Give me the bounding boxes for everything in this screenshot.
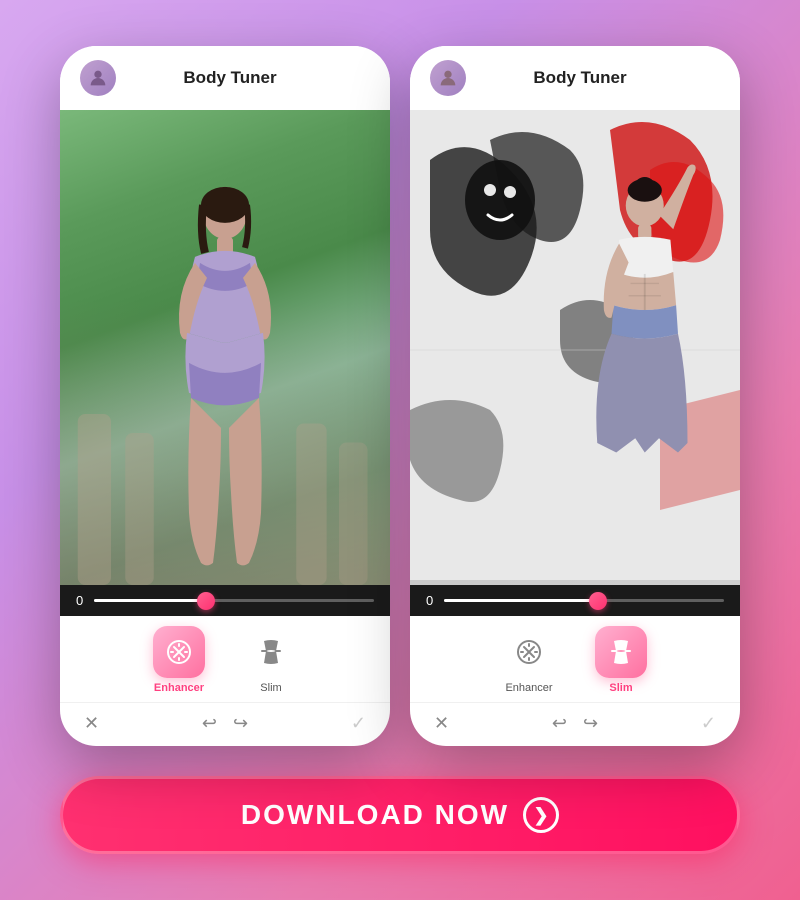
enhancer-label-right: Enhancer (505, 682, 552, 694)
bottom-icons-group-left: ↩ ↪ (202, 713, 248, 734)
phone-title-right: Body Tuner (476, 68, 684, 88)
arrow-symbol: ❯ (534, 805, 549, 826)
slider-value-left: 0 (76, 593, 84, 608)
tools-area-left: Enhancer Slim (60, 616, 390, 702)
close-icon-right[interactable]: ✕ (434, 713, 449, 734)
enhancer-label-left: Enhancer (154, 682, 204, 694)
close-icon-left[interactable]: ✕ (84, 713, 99, 734)
slider-fill-right (444, 599, 598, 602)
enhancer-icon-wrap-right (503, 626, 555, 678)
phone-mockup-left: Body Tuner (60, 46, 390, 746)
undo-icon-right[interactable]: ↩ (552, 713, 567, 734)
slider-thumb-right[interactable] (589, 592, 607, 610)
phone-header-left: Body Tuner (60, 46, 390, 110)
slim-label-right: Slim (609, 682, 632, 694)
phone-mockup-right: Body Tuner (410, 46, 740, 746)
bottom-icons-group-right: ↩ ↪ (552, 713, 598, 734)
slider-track-right[interactable] (444, 599, 724, 602)
slim-label-left: Slim (260, 682, 281, 694)
phone-title-left: Body Tuner (126, 68, 334, 88)
tool-slim-left[interactable]: Slim (245, 626, 297, 694)
tools-area-right: Enhancer Slim (410, 616, 740, 702)
slider-fill-left (94, 599, 206, 602)
tool-enhancer-left[interactable]: Enhancer (153, 626, 205, 694)
slider-area-right: 0 (410, 585, 740, 616)
slider-value-right: 0 (426, 593, 434, 608)
slim-icon-wrap-right (595, 626, 647, 678)
download-arrow-icon: ❯ (523, 797, 559, 833)
undo-icon-left[interactable]: ↩ (202, 713, 217, 734)
download-button[interactable]: DOWNLOAD NOW ❯ (60, 776, 740, 854)
phone-bottom-left: ✕ ↩ ↪ ✓ (60, 702, 390, 746)
phones-container: Body Tuner (60, 46, 740, 746)
phone-header-right: Body Tuner (410, 46, 740, 110)
redo-icon-right[interactable]: ↪ (583, 713, 598, 734)
download-label: DOWNLOAD NOW (241, 799, 509, 831)
slider-area-left: 0 (60, 585, 390, 616)
avatar-left (80, 60, 116, 96)
confirm-icon-left[interactable]: ✓ (351, 713, 366, 734)
phone-bottom-right: ✕ ↩ ↪ ✓ (410, 702, 740, 746)
slim-icon-wrap-left (245, 626, 297, 678)
photo-area-left (60, 110, 390, 585)
slider-thumb-left[interactable] (197, 592, 215, 610)
tool-slim-right[interactable]: Slim (595, 626, 647, 694)
tool-enhancer-right[interactable]: Enhancer (503, 626, 555, 694)
redo-icon-left[interactable]: ↪ (233, 713, 248, 734)
avatar-right (430, 60, 466, 96)
slider-track-left[interactable] (94, 599, 374, 602)
photo-area-right (410, 110, 740, 585)
enhancer-icon-wrap-left (153, 626, 205, 678)
confirm-icon-right[interactable]: ✓ (701, 713, 716, 734)
